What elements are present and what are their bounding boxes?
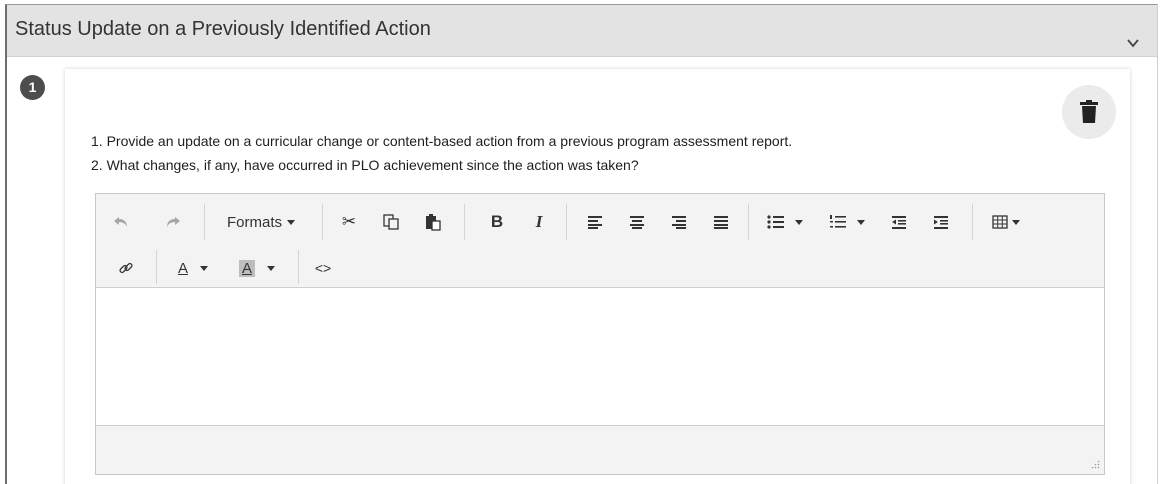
chevron-down-icon bbox=[857, 219, 865, 225]
bullet-list-button[interactable] bbox=[760, 208, 810, 236]
justify-button[interactable] bbox=[706, 208, 736, 236]
toolbar-separator bbox=[204, 204, 205, 240]
undo-icon bbox=[114, 217, 127, 227]
align-left-icon bbox=[588, 216, 602, 229]
chevron-down-icon bbox=[287, 219, 295, 225]
align-right-icon bbox=[672, 216, 686, 229]
align-center-button[interactable] bbox=[622, 208, 652, 236]
background-color-label: A bbox=[238, 259, 255, 277]
bold-label: B bbox=[490, 212, 504, 231]
chevron-down-icon[interactable] bbox=[1127, 37, 1139, 49]
link-button[interactable] bbox=[112, 254, 140, 282]
toolbar-separator bbox=[464, 204, 465, 240]
bold-button[interactable]: B bbox=[482, 208, 512, 236]
font-color-label: A bbox=[177, 259, 188, 277]
source-code-button[interactable]: <> bbox=[308, 254, 338, 282]
numbered-list-button[interactable] bbox=[822, 208, 872, 236]
italic-label: I bbox=[535, 212, 543, 231]
copy-button[interactable] bbox=[376, 208, 406, 236]
cut-button[interactable]: ✂ bbox=[334, 208, 364, 236]
instruction-line-1: 1. Provide an update on a curricular cha… bbox=[91, 133, 793, 149]
delete-button[interactable] bbox=[1062, 85, 1116, 139]
link-icon bbox=[119, 262, 133, 274]
formats-dropdown[interactable]: Formats bbox=[216, 208, 306, 236]
table-icon bbox=[992, 215, 1008, 229]
section-title: Status Update on a Previously Identified… bbox=[15, 18, 431, 40]
item-number-badge: 1 bbox=[20, 75, 45, 100]
editor-toolbar: Formats ✂ B I A A <> bbox=[96, 194, 1104, 288]
toolbar-separator bbox=[156, 250, 157, 284]
resize-grip-icon[interactable] bbox=[1090, 460, 1100, 470]
code-icon: <> bbox=[314, 260, 332, 276]
background-color-button[interactable]: A bbox=[232, 254, 282, 282]
instruction-line-2: 2. What changes, if any, have occurred i… bbox=[91, 157, 639, 173]
redo-icon bbox=[167, 217, 180, 227]
paste-button[interactable] bbox=[418, 208, 448, 236]
toolbar-separator bbox=[972, 204, 973, 240]
indent-button[interactable] bbox=[926, 208, 956, 236]
editor-content-area[interactable] bbox=[96, 288, 1104, 425]
toolbar-separator bbox=[322, 204, 323, 240]
redo-button[interactable] bbox=[160, 208, 186, 236]
trash-icon bbox=[1080, 100, 1098, 123]
chevron-down-icon bbox=[1012, 219, 1020, 225]
toolbar-separator bbox=[748, 204, 749, 240]
paste-icon bbox=[426, 213, 441, 231]
chevron-down-icon bbox=[200, 265, 208, 271]
align-left-button[interactable] bbox=[580, 208, 610, 236]
numbered-list-icon bbox=[830, 215, 846, 228]
chevron-down-icon bbox=[795, 219, 803, 225]
font-color-button[interactable]: A bbox=[168, 254, 218, 282]
copy-icon bbox=[383, 214, 399, 230]
toolbar-separator bbox=[298, 250, 299, 284]
table-button[interactable] bbox=[982, 208, 1030, 236]
italic-button[interactable]: I bbox=[524, 208, 554, 236]
editor-statusbar bbox=[96, 425, 1104, 474]
undo-button[interactable] bbox=[108, 208, 134, 236]
formats-label: Formats bbox=[226, 213, 282, 231]
chevron-down-icon bbox=[267, 265, 275, 271]
toolbar-separator bbox=[566, 204, 567, 240]
cut-icon: ✂ bbox=[341, 212, 357, 231]
outdent-icon bbox=[892, 216, 906, 229]
section-header[interactable]: Status Update on a Previously Identified… bbox=[7, 5, 1157, 57]
bullet-list-icon bbox=[767, 215, 784, 229]
status-update-section: Status Update on a Previously Identified… bbox=[5, 4, 1158, 484]
align-right-button[interactable] bbox=[664, 208, 694, 236]
indent-icon bbox=[934, 216, 948, 229]
outdent-button[interactable] bbox=[884, 208, 914, 236]
align-center-icon bbox=[630, 216, 644, 229]
justify-icon bbox=[714, 216, 728, 229]
action-card: 1. Provide an update on a curricular cha… bbox=[65, 69, 1130, 484]
rich-text-editor: Formats ✂ B I A A <> bbox=[95, 193, 1105, 475]
